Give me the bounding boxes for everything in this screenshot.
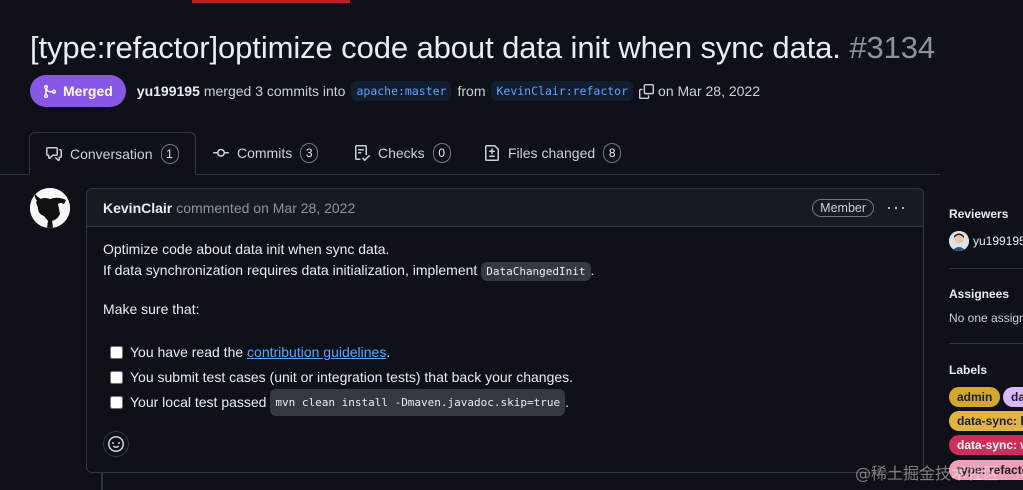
head-branch[interactable]: KevinClair:refactor: [491, 81, 634, 101]
tab-files-changed-count: 8: [603, 143, 622, 163]
merged-state-badge: Merged: [30, 75, 126, 107]
merged-state-label: Merged: [63, 83, 113, 99]
task-3-prefix: Your local test passed: [130, 394, 267, 410]
assignees-heading[interactable]: Assignees: [949, 287, 1023, 301]
task-2-text: You submit test cases (unit or integrati…: [130, 369, 574, 385]
assignees-text: No one assigned: [949, 311, 1023, 325]
sidebar-divider-2: [949, 343, 1023, 344]
task-3-suffix: .: [565, 394, 570, 410]
label-data-sync-http[interactable]: data-sync: http: [949, 411, 1023, 431]
task-checkbox-3[interactable]: [110, 396, 123, 409]
merge-text: merged 3 commits into: [203, 83, 346, 99]
labels-heading[interactable]: Labels: [949, 363, 1023, 377]
pr-title: [type:refactor]optimize code about data …: [30, 30, 935, 66]
labels-section: Labels: [949, 363, 1023, 377]
watermark: @稀土掘金技术社区: [855, 464, 1000, 483]
pr-number: #3134: [849, 30, 936, 65]
merge-icon: [43, 84, 57, 98]
copy-branch-button[interactable]: [639, 83, 655, 99]
comment-body: Optimize code about data init when sync …: [87, 227, 923, 427]
task-item: Your local test passed mvn clean install…: [103, 389, 907, 416]
sidebar-divider-1: [949, 268, 1023, 269]
tab-checks-count: 0: [432, 143, 451, 163]
tab-files-changed-label: Files changed: [508, 145, 596, 161]
tab-checks[interactable]: Checks 0: [354, 132, 451, 174]
timeline-line: [101, 473, 103, 490]
reviewers-section: Reviewers yu199195: [949, 207, 1023, 251]
label-data-sync[interactable]: data-sync: [1003, 387, 1023, 407]
person-avatar-icon: [949, 231, 969, 251]
task-item: You have read the contribution guideline…: [103, 340, 907, 365]
task-1-prefix: You have read the: [130, 344, 244, 360]
tab-commits-count: 3: [300, 143, 319, 163]
tab-conversation-label: Conversation: [70, 145, 153, 162]
checklist-icon: [355, 145, 370, 161]
task-1-suffix: .: [386, 344, 391, 360]
merge-date: on Mar 28, 2022: [658, 83, 761, 99]
task-checkbox-2[interactable]: [110, 371, 123, 384]
pr-title-text: [type:refactor]optimize code about data …: [30, 30, 841, 65]
comment-line-2: If data synchronization requires data in…: [103, 260, 907, 282]
add-reaction-button[interactable]: [103, 431, 129, 457]
datachangedinit-code: DataChangedInit: [481, 262, 591, 281]
comment-box: KevinClair commented on Mar 28, 2022 Mem…: [86, 188, 924, 473]
tab-conversation-count: 1: [160, 143, 179, 164]
smiley-icon: [108, 436, 124, 452]
tab-commits[interactable]: Commits 3: [213, 132, 319, 174]
pr-meta: Merged yu199195 merged 3 commits into ap…: [30, 75, 760, 107]
top-accent-bar: [192, 0, 350, 3]
comment-discussion-icon: [46, 146, 62, 161]
label-admin[interactable]: admin: [949, 387, 1001, 407]
member-badge: Member: [812, 198, 875, 217]
bull-avatar-icon: [30, 188, 70, 228]
reviewer-name: yu199195: [973, 234, 1023, 248]
base-branch[interactable]: apache:master: [351, 81, 452, 101]
make-sure-text: Make sure that:: [103, 301, 200, 317]
from-text: from: [457, 83, 486, 99]
reviewer-avatar: [949, 231, 969, 251]
line2-suffix: .: [590, 262, 595, 278]
task-item: You submit test cases (unit or integrati…: [103, 365, 907, 390]
comment-author-link[interactable]: KevinClair: [103, 200, 172, 216]
tab-checks-label: Checks: [378, 145, 425, 161]
pr-author-link[interactable]: yu199195: [137, 83, 200, 99]
reviewer-item[interactable]: yu199195: [949, 231, 1023, 251]
sidebar: Reviewers yu199195 Assignees No one assi…: [949, 188, 1023, 490]
task-checkbox-1[interactable]: [110, 346, 123, 359]
git-commit-icon: [213, 148, 229, 157]
more-options-icon[interactable]: ···: [886, 197, 907, 218]
mvn-command-code: mvn clean install -Dmaven.javadoc.skip=t…: [270, 389, 566, 416]
reviewers-heading[interactable]: Reviewers: [949, 207, 1023, 221]
tab-conversation[interactable]: Conversation 1: [29, 132, 196, 175]
comment-header: KevinClair commented on Mar 28, 2022 Mem…: [87, 189, 923, 227]
tab-files-changed[interactable]: Files changed 8: [484, 132, 622, 174]
label-data-sync-websocket[interactable]: data-sync: websocket: [949, 435, 1023, 455]
task-list: You have read the contribution guideline…: [103, 340, 907, 416]
assignees-section: Assignees No one assigned: [949, 287, 1023, 325]
tab-commits-label: Commits: [237, 145, 293, 161]
file-diff-icon: [485, 145, 499, 161]
comment-author-avatar[interactable]: [30, 188, 70, 228]
comment-line-1: Optimize code about data init when sync …: [103, 241, 390, 257]
comment-meta[interactable]: commented on Mar 28, 2022: [176, 200, 355, 216]
copy-icon: [639, 83, 655, 99]
pr-tabs: Conversation 1 Commits 3 Checks 0 Files …: [0, 132, 940, 175]
contribution-guidelines-link[interactable]: contribution guidelines: [247, 342, 386, 363]
line2-prefix: If data synchronization requires data in…: [103, 262, 478, 278]
